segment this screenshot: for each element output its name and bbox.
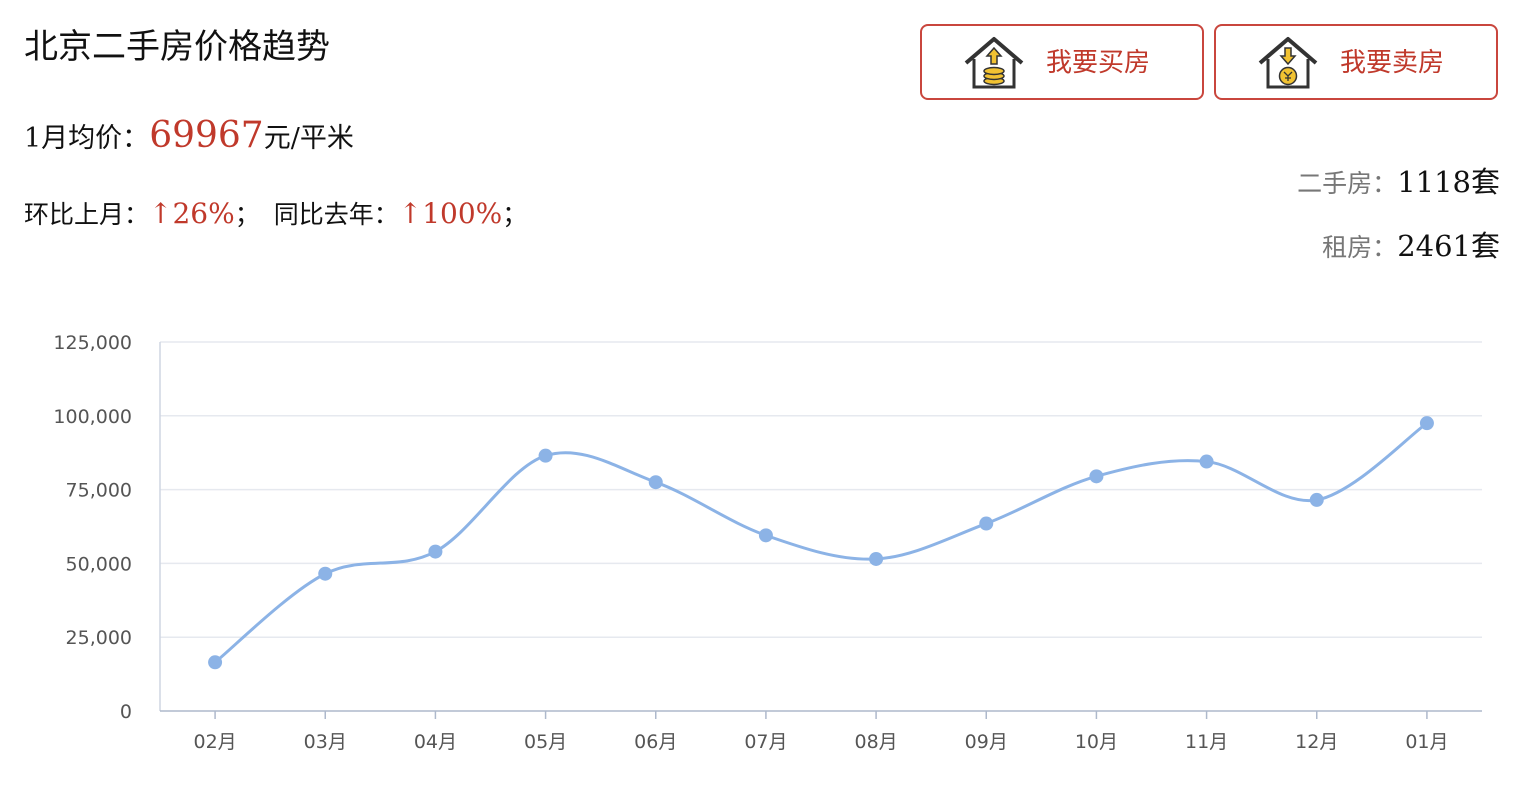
x-tick-label: 03月 <box>304 731 347 753</box>
y-tick-label: 125,000 <box>53 332 132 354</box>
data-point <box>428 544 443 559</box>
data-point <box>318 566 333 581</box>
average-price-value: 69967 <box>149 115 264 156</box>
y-tick-label: 0 <box>120 701 132 723</box>
yoy-value: ↑100% <box>398 197 503 230</box>
house-coin-up-icon <box>964 37 1024 89</box>
data-point <box>1309 492 1324 507</box>
x-tick-label: 12月 <box>1295 731 1338 753</box>
x-tick-label: 04月 <box>414 731 457 753</box>
x-tick-label: 02月 <box>193 731 236 753</box>
series-line <box>214 421 1428 664</box>
yoy-separator: ； <box>502 200 528 229</box>
mom-separator: ； <box>234 200 260 229</box>
second-hand-count: 二手房：1118套 <box>1297 162 1500 204</box>
data-point <box>538 448 553 463</box>
x-tick-label: 11月 <box>1185 731 1228 753</box>
x-tick-label: 06月 <box>634 731 677 753</box>
data-point <box>1089 469 1104 484</box>
price-trend-chart: 0 25,000 50,000 75,000 100,000 125,000 02月 03月 0… <box>53 332 1482 753</box>
average-price-label: 1月均价： <box>24 123 150 154</box>
rent-label: 租房： <box>1322 233 1398 262</box>
second-hand-label: 二手房： <box>1297 169 1398 198</box>
y-tick-label: 50,000 <box>66 553 132 575</box>
y-tick-label: 75,000 <box>66 480 132 502</box>
data-point <box>1419 416 1434 431</box>
y-tick-label: 25,000 <box>66 627 132 649</box>
page-title: 北京二手房价格趋势 <box>24 27 330 67</box>
mom-value: ↑26% <box>149 197 235 230</box>
data-point <box>208 655 223 670</box>
x-tick-label: 10月 <box>1075 731 1118 753</box>
x-tick-label: 07月 <box>744 731 787 753</box>
price-change: 环比上月：↑26%； 同比去年：↑100%； <box>24 194 527 235</box>
x-tick-label: 09月 <box>965 731 1008 753</box>
buy-house-button[interactable]: 我要买房 <box>920 24 1204 100</box>
buy-house-label: 我要买房 <box>1046 48 1151 78</box>
x-tick-label: 05月 <box>524 731 567 753</box>
x-tick-label: 01月 <box>1405 731 1448 753</box>
data-point <box>1199 454 1214 469</box>
data-point <box>758 528 773 543</box>
data-point <box>869 551 884 566</box>
yoy-label: 同比去年： <box>273 200 399 229</box>
data-point <box>648 475 663 490</box>
sell-house-label: 我要卖房 <box>1340 48 1445 78</box>
data-point <box>979 516 994 531</box>
house-coin-down-icon <box>1258 37 1318 89</box>
second-hand-value: 1118套 <box>1397 165 1500 199</box>
y-tick-label: 100,000 <box>53 406 132 428</box>
x-tick-label: 08月 <box>854 731 897 753</box>
rent-count: 租房：2461套 <box>1322 226 1500 268</box>
rent-value: 2461套 <box>1397 229 1500 263</box>
average-price: 1月均价：69967元/平米 <box>24 114 354 161</box>
sell-house-button[interactable]: 我要卖房 <box>1214 24 1498 100</box>
average-price-unit: 元/平米 <box>263 123 354 154</box>
mom-label: 环比上月： <box>24 200 150 229</box>
